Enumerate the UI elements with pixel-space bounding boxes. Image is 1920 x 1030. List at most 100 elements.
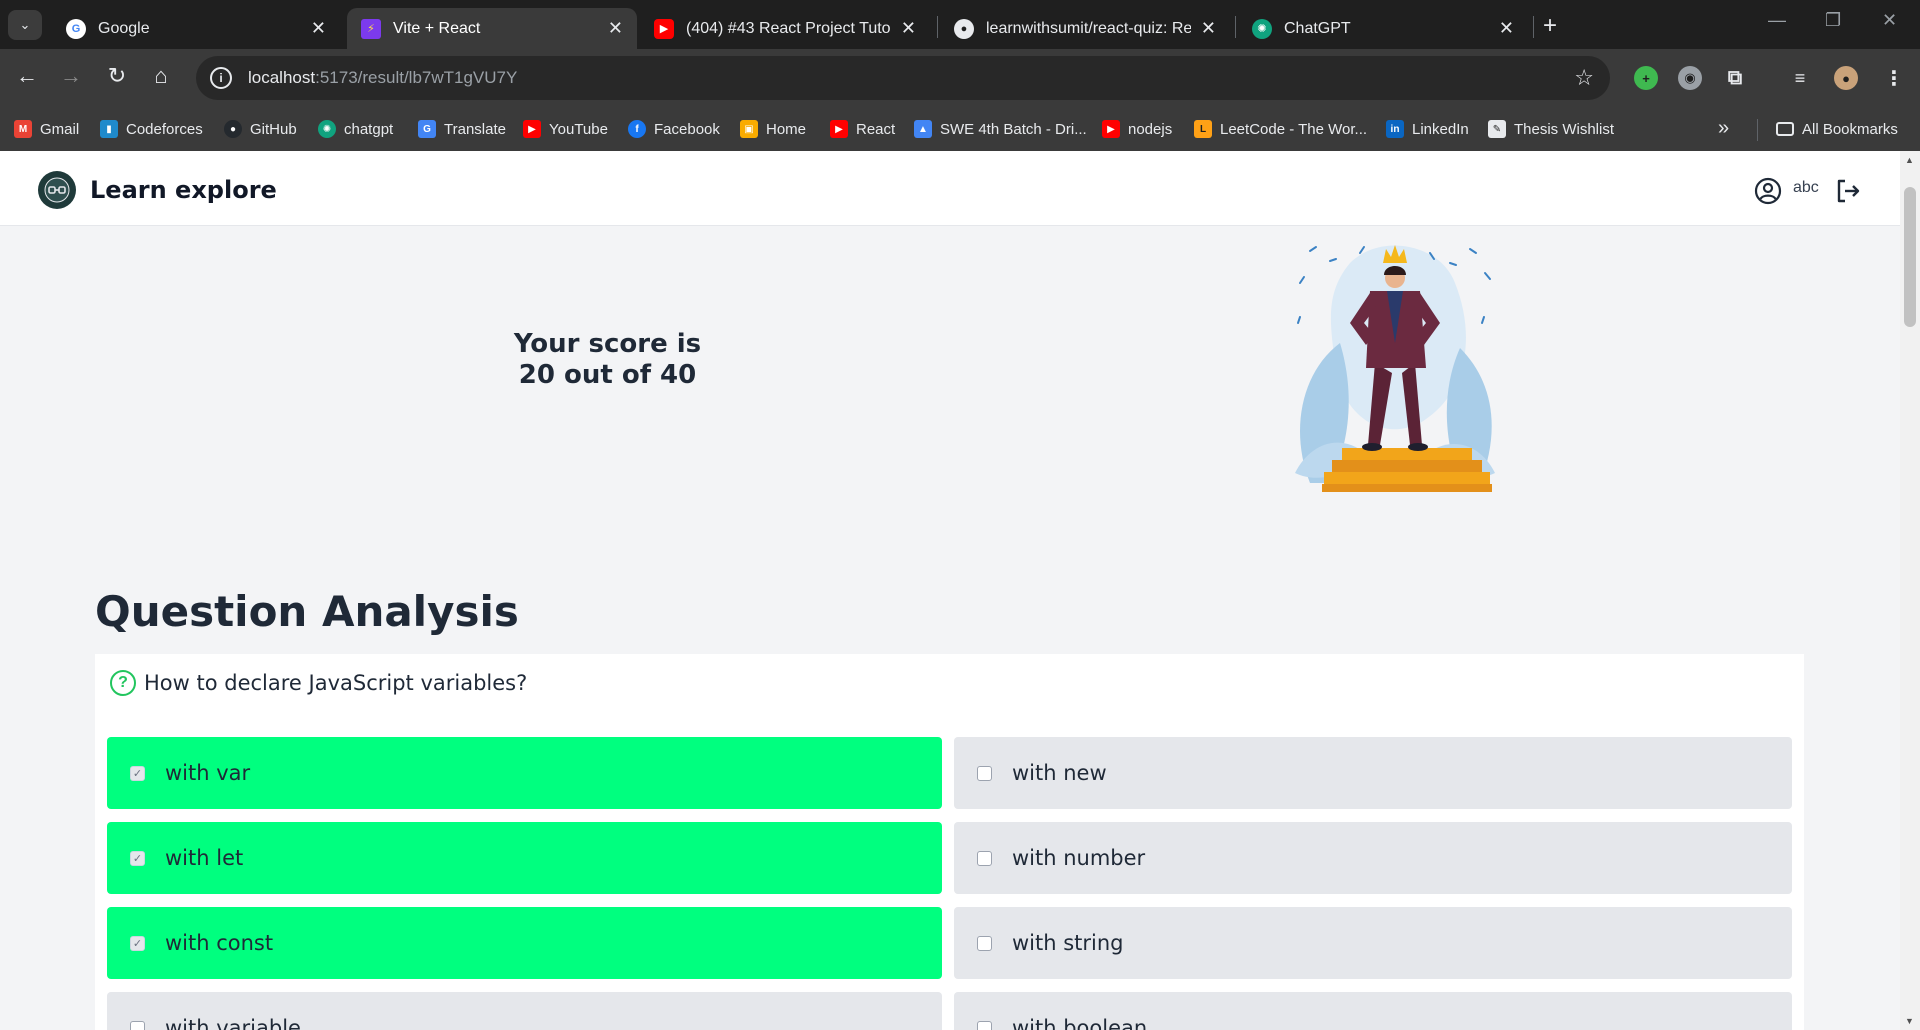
- forward-icon[interactable]: →: [56, 63, 86, 89]
- tab-google[interactable]: G Google ✕: [52, 8, 340, 49]
- media-control-icon[interactable]: ≡: [1788, 66, 1812, 90]
- site-info-icon[interactable]: i: [210, 67, 232, 89]
- score-value: 20 out of 40: [518, 360, 697, 390]
- tab-chatgpt[interactable]: ✺ ChatGPT ✕: [1238, 8, 1528, 49]
- bookmark-nodejs[interactable]: ▶ nodejs: [1102, 117, 1172, 141]
- checkbox-checked[interactable]: ✓: [130, 850, 145, 866]
- tab-title: Google: [98, 19, 150, 37]
- bookmark-thesis-wishlist[interactable]: ✎ Thesis Wishlist: [1488, 117, 1614, 141]
- close-icon[interactable]: ✕: [311, 18, 326, 39]
- kebab-menu-icon[interactable]: ⋮: [1882, 66, 1906, 90]
- extension-plus-icon[interactable]: +: [1634, 66, 1658, 90]
- tab-separator: [937, 16, 938, 38]
- checkbox-unchecked[interactable]: [130, 1020, 145, 1030]
- minimize-icon[interactable]: —: [1768, 10, 1786, 31]
- bookmark-react[interactable]: ▶ React: [830, 117, 895, 141]
- home-icon[interactable]: ⌂: [146, 63, 176, 89]
- scroll-up-arrow-icon[interactable]: ▲: [1905, 155, 1914, 165]
- checkbox-checked[interactable]: ✓: [130, 765, 145, 781]
- url-text[interactable]: localhost:5173/result/lb7wT1gVU7Y: [248, 68, 517, 88]
- option-with-boolean[interactable]: with boolean: [954, 992, 1792, 1030]
- bookmark-label: nodejs: [1128, 120, 1173, 138]
- option-with-const[interactable]: ✓ with const: [107, 907, 942, 979]
- all-bookmarks-button[interactable]: All Bookmarks: [1776, 117, 1898, 141]
- question-card: ? How to declare JavaScript variables? ✓…: [95, 654, 1804, 1030]
- bookmark-linkedin[interactable]: in LinkedIn: [1386, 117, 1469, 141]
- youtube-icon: ▶: [654, 18, 674, 39]
- chatgpt-icon: ✺: [318, 120, 336, 138]
- bookmark-facebook[interactable]: f Facebook: [628, 117, 720, 141]
- brand-title[interactable]: Learn explore: [90, 176, 277, 204]
- restore-icon[interactable]: ❐: [1825, 10, 1841, 31]
- bookmark-gmail[interactable]: M Gmail: [14, 117, 79, 141]
- scroll-down-arrow-icon[interactable]: ▼: [1905, 1016, 1914, 1026]
- checkbox-unchecked[interactable]: [977, 765, 992, 781]
- profile-avatar[interactable]: ●: [1834, 66, 1858, 90]
- bookmark-label: Facebook: [654, 120, 720, 138]
- brand-logo-icon[interactable]: [38, 171, 76, 209]
- back-icon[interactable]: ←: [12, 63, 42, 89]
- classroom-icon: ▣: [740, 120, 758, 138]
- close-icon[interactable]: ✕: [608, 18, 623, 39]
- bookmark-label: SWE 4th Batch - Dri...: [940, 120, 1087, 138]
- bookmark-github[interactable]: ● GitHub: [224, 117, 297, 141]
- bookmark-star-icon[interactable]: ☆: [1574, 65, 1594, 91]
- option-with-string[interactable]: with string: [954, 907, 1792, 979]
- checkbox-unchecked[interactable]: [977, 935, 992, 951]
- address-bar[interactable]: i localhost:5173/result/lb7wT1gVU7Y ☆: [196, 56, 1610, 100]
- bookmark-label: React: [856, 120, 896, 138]
- bookmarks-divider: [1757, 119, 1758, 141]
- option-with-var[interactable]: ✓ with var: [107, 737, 942, 809]
- option-with-number[interactable]: with number: [954, 822, 1792, 894]
- option-with-let[interactable]: ✓ with let: [107, 822, 942, 894]
- youtube-icon: ▶: [1102, 120, 1120, 138]
- bookmark-home[interactable]: ▣ Home: [740, 117, 806, 141]
- github-icon: ●: [954, 18, 974, 39]
- option-with-variable[interactable]: with variable: [107, 992, 942, 1030]
- new-tab-button[interactable]: +: [1543, 12, 1557, 40]
- tab-search-button[interactable]: ⌄: [8, 10, 42, 40]
- window-close-icon[interactable]: ✕: [1882, 10, 1897, 31]
- tab-github[interactable]: ● learnwithsumit/react-quiz: React ✕: [940, 8, 1230, 49]
- option-label: with number: [1012, 846, 1146, 870]
- bookmark-codeforces[interactable]: ▮ Codeforces: [100, 117, 203, 141]
- google-icon: G: [66, 18, 86, 39]
- close-icon[interactable]: ✕: [901, 18, 916, 39]
- checkbox-unchecked[interactable]: [977, 1020, 992, 1030]
- close-icon[interactable]: ✕: [1499, 18, 1514, 39]
- bookmark-label: LeetCode - The Wor...: [1220, 120, 1368, 138]
- reload-icon[interactable]: ↻: [102, 63, 132, 89]
- app-navbar: Learn explore abc: [0, 151, 1900, 226]
- checkbox-unchecked[interactable]: [977, 850, 992, 866]
- option-with-new[interactable]: with new: [954, 737, 1792, 809]
- url-host: localhost: [248, 68, 316, 87]
- bookmark-label: Home: [766, 120, 807, 138]
- tab-separator: [1235, 16, 1236, 38]
- tab-youtube-tutorial[interactable]: ▶ (404) #43 React Project Tutorial ✕: [640, 8, 930, 49]
- page-scrollbar[interactable]: ▲ ▼: [1900, 151, 1920, 1030]
- bookmark-leetcode[interactable]: L LeetCode - The Wor...: [1194, 117, 1367, 141]
- option-label: with variable: [165, 1016, 301, 1030]
- bookmark-translate[interactable]: G Translate: [418, 117, 506, 141]
- option-label: with string: [1012, 931, 1124, 955]
- bookmark-label: chatgpt: [344, 120, 394, 138]
- bookmark-chatgpt[interactable]: ✺ chatgpt: [318, 117, 393, 141]
- github-icon: ●: [224, 120, 242, 138]
- question-mark-icon: ?: [110, 670, 136, 696]
- close-icon[interactable]: ✕: [1201, 18, 1216, 39]
- bookmark-swe-drive[interactable]: ▲ SWE 4th Batch - Dri...: [914, 117, 1087, 141]
- bookmark-youtube[interactable]: ▶ YouTube: [523, 117, 608, 141]
- bookmark-label: Translate: [444, 120, 506, 138]
- option-label: with new: [1012, 761, 1107, 785]
- checkbox-checked[interactable]: ✓: [130, 935, 145, 951]
- logout-icon[interactable]: [1834, 177, 1862, 210]
- extensions-puzzle-icon[interactable]: ⧉: [1723, 66, 1747, 90]
- all-bookmarks-label: All Bookmarks: [1802, 120, 1898, 138]
- tab-vite-react[interactable]: ⚡ Vite + React ✕: [347, 8, 637, 49]
- user-circle-icon[interactable]: [1754, 177, 1782, 210]
- extension-glasses-icon[interactable]: ◉: [1678, 66, 1702, 90]
- more-bookmarks-icon[interactable]: »: [1718, 117, 1729, 140]
- url-path: :5173/result/lb7wT1gVU7Y: [315, 68, 518, 87]
- scrollbar-thumb[interactable]: [1904, 187, 1916, 327]
- browser-toolbar: ← → ↻ ⌂ i localhost:5173/result/lb7wT1gV…: [0, 49, 1920, 107]
